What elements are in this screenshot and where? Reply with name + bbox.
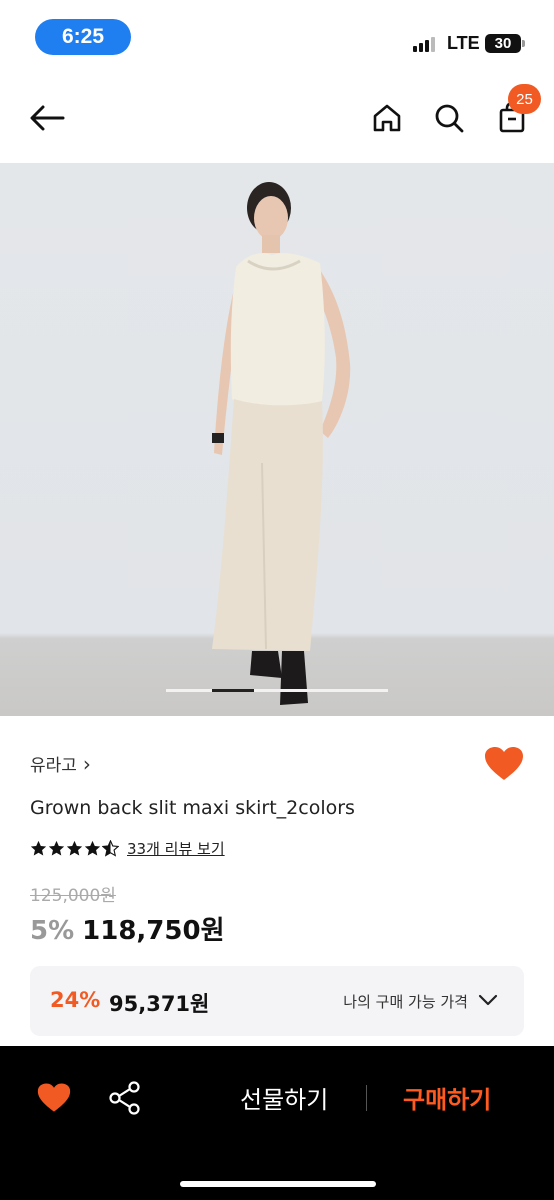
star-icon	[48, 840, 65, 856]
product-image[interactable]	[0, 163, 554, 716]
half-star-icon	[102, 840, 119, 857]
price-row: 5% 118,750원	[30, 910, 225, 947]
chevron-down-icon	[478, 994, 498, 1006]
image-page-indicator	[166, 689, 388, 692]
original-price: 125,000원	[30, 886, 116, 906]
image-page-indicator-active	[212, 689, 254, 692]
bottom-heart-icon[interactable]	[37, 1082, 71, 1114]
my-price-dropdown[interactable]: 24% 95,371원 나의 구매 가능 가격	[30, 966, 524, 1036]
brand-name: 유라고	[30, 756, 77, 776]
network-label: LTE	[447, 33, 480, 53]
status-bar: 6:25 LTE 30	[0, 0, 554, 78]
my-discount-rate: 24%	[50, 988, 101, 1012]
discount-rate: 5%	[30, 916, 75, 946]
wishlist-heart-icon[interactable]	[484, 746, 524, 786]
gift-button[interactable]: 선물하기	[240, 1080, 328, 1115]
star-icon	[30, 840, 47, 856]
brand-chevron-icon: ›	[82, 751, 91, 776]
my-price-label: 나의 구매 가능 가격	[343, 993, 468, 1011]
brand-link[interactable]: 유라고 ›	[30, 751, 91, 777]
product-title: Grown back slit maxi skirt_2colors	[30, 797, 355, 819]
battery-icon: 30	[485, 34, 521, 53]
home-indicator[interactable]	[180, 1181, 376, 1187]
sale-price: 118,750원	[82, 916, 225, 946]
home-icon[interactable]	[369, 100, 405, 136]
back-arrow-icon[interactable]	[27, 100, 67, 136]
top-nav	[0, 78, 554, 163]
model-photo	[212, 182, 351, 705]
signal-icon	[413, 36, 441, 52]
rating-stars	[30, 840, 119, 857]
search-icon[interactable]	[431, 100, 467, 136]
buy-button[interactable]: 구매하기	[403, 1080, 491, 1115]
share-icon[interactable]	[108, 1080, 142, 1116]
review-link[interactable]: 33개 리뷰 보기	[127, 838, 225, 859]
status-time: 6:25	[35, 19, 131, 55]
my-price: 95,371원	[109, 992, 210, 1016]
rating-row: 33개 리뷰 보기	[30, 838, 225, 859]
star-icon	[84, 840, 101, 856]
cart-count-badge: 25	[508, 84, 541, 114]
star-icon	[66, 840, 83, 856]
bottom-action-bar	[0, 1046, 554, 1200]
bottom-divider	[366, 1085, 367, 1111]
battery-tip	[522, 40, 525, 47]
